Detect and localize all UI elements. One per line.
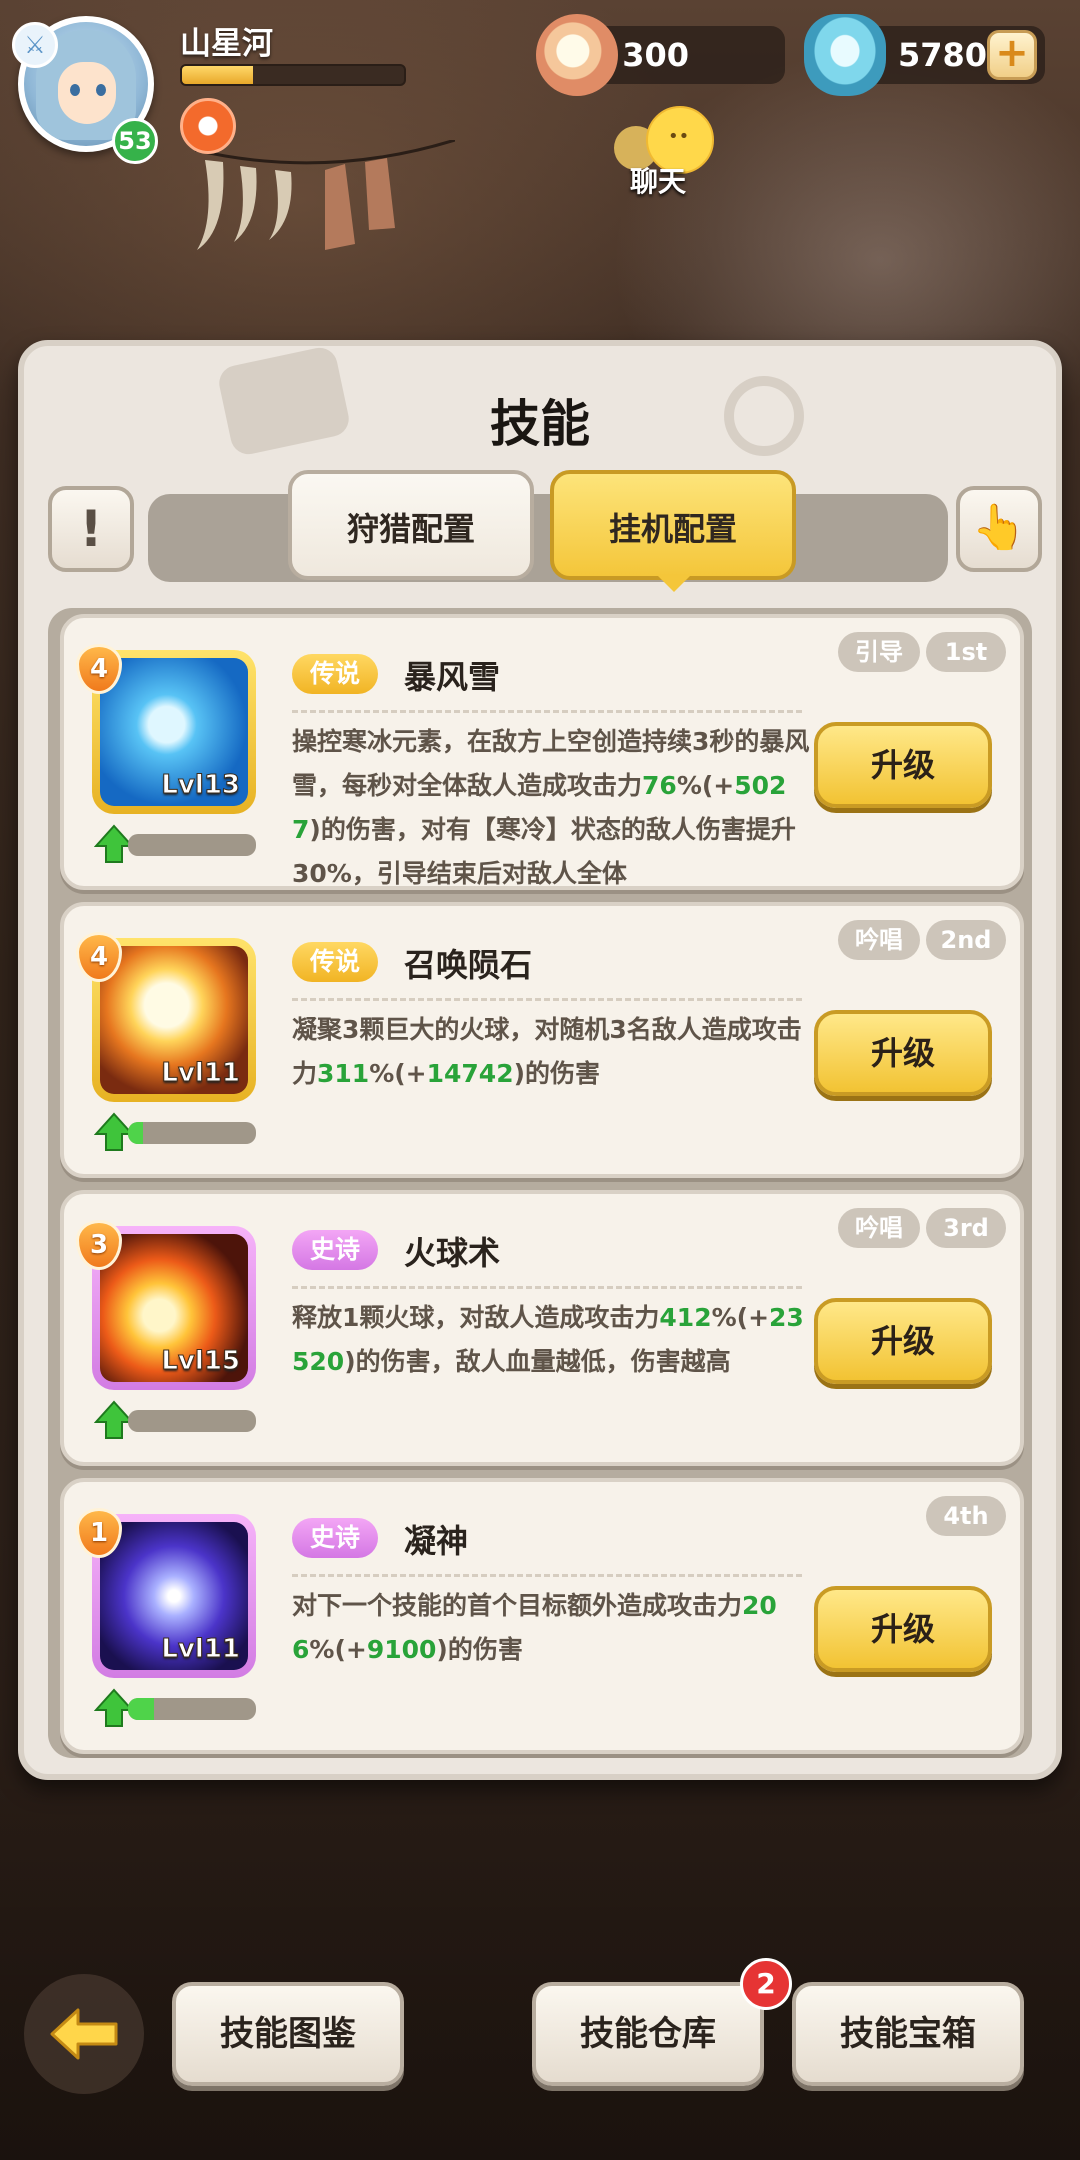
- tap-hand-icon[interactable]: 👆: [956, 486, 1042, 572]
- add-gems-button[interactable]: +: [987, 30, 1037, 80]
- skill-card: Lvl11 4 传说 召唤陨石 凝聚3颗巨大的火球，对随机3名敌人造成攻击力31…: [60, 902, 1024, 1178]
- skill-icon-level: Lvl15: [161, 1346, 241, 1377]
- fireball-skill-icon: Lvl15: [100, 1234, 248, 1382]
- cast-type-tag: 引导: [838, 632, 920, 672]
- exp-bar: [180, 64, 406, 86]
- slot-order-tag: 4th: [926, 1496, 1006, 1536]
- skill-card: Lvl11 1 史诗 凝神 对下一个技能的首个目标额外造成攻击力206%(+91…: [60, 1478, 1024, 1754]
- skill-description: 对下一个技能的首个目标额外造成攻击力206%(+9100)的伤害: [292, 1591, 777, 1664]
- chat-label: 聊天: [630, 165, 687, 198]
- skill-name: 召唤陨石: [404, 946, 533, 984]
- upgrade-button[interactable]: 升级: [814, 1298, 992, 1384]
- back-button[interactable]: [24, 1974, 144, 2094]
- active-tab-pointer: [656, 574, 692, 592]
- skill-description: 凝聚3颗巨大的火球，对随机3名敌人造成攻击力311%(+14742)的伤害: [292, 1015, 802, 1088]
- tab-hunt-config[interactable]: 狩猎配置: [288, 470, 534, 580]
- tier-badge-legendary: 传说: [292, 654, 379, 694]
- skill-icon-level: Lvl13: [161, 770, 241, 801]
- gem-icon: [804, 14, 886, 96]
- player-name: 山星河: [180, 26, 273, 62]
- chat-button[interactable]: •• 聊天: [606, 100, 726, 200]
- upgrade-button[interactable]: 升级: [814, 722, 992, 808]
- skill-storage-button[interactable]: 技能仓库: [532, 1982, 764, 2086]
- tab-idle-config[interactable]: 挂机配置: [550, 470, 796, 580]
- cast-type-tag: 吟唱: [838, 920, 920, 960]
- tab-bar: [148, 494, 948, 582]
- skill-name: 暴风雪: [404, 658, 501, 696]
- skills-panel: 技能 ! 狩猎配置 挂机配置 👆 Lvl13 4 传说 暴风雪 操控寒冰元素，在…: [18, 340, 1062, 1780]
- gem-currency: 5780 +: [804, 14, 1045, 96]
- player-level-badge: 53: [112, 118, 158, 164]
- skill-progress-fill: [128, 1122, 144, 1144]
- upgrade-button[interactable]: 升级: [814, 1010, 992, 1096]
- slot-order-tag: 3rd: [926, 1208, 1006, 1248]
- skill-progress-bar: [128, 1410, 256, 1432]
- skill-card: Lvl13 4 传说 暴风雪 操控寒冰元素，在敌方上空创造持续3秒的暴风雪，每秒…: [60, 614, 1024, 890]
- pearl-amount: 300: [622, 36, 689, 74]
- skill-description: 操控寒冰元素，在敌方上空创造持续3秒的暴风雪，每秒对全体敌人造成攻击力76%(+…: [292, 727, 810, 888]
- cast-type-tag: 吟唱: [838, 1208, 920, 1248]
- skill-list[interactable]: Lvl13 4 传说 暴风雪 操控寒冰元素，在敌方上空创造持续3秒的暴风雪，每秒…: [48, 608, 1032, 1758]
- skill-name: 凝神: [404, 1522, 469, 1560]
- upgrade-button[interactable]: 升级: [814, 1586, 992, 1672]
- focus-eye-skill-icon: Lvl11: [100, 1522, 248, 1670]
- skill-icon-level: Lvl11: [161, 1634, 241, 1665]
- slot-order-tag: 2nd: [926, 920, 1006, 960]
- hanging-teeth-decoration: [195, 140, 455, 250]
- info-button[interactable]: !: [48, 486, 134, 572]
- exp-bar-fill: [182, 66, 254, 84]
- skill-name: 火球术: [404, 1234, 501, 1272]
- back-arrow-icon: [50, 2008, 118, 2060]
- tier-badge-epic: 史诗: [292, 1230, 379, 1270]
- skill-progress-bar: [128, 1698, 256, 1720]
- panel-title: 技能: [490, 395, 590, 453]
- tier-badge-legendary: 传说: [292, 942, 379, 982]
- skill-description: 释放1颗火球，对敌人造成攻击力412%(+23520)的伤害，敌人血量越低，伤害…: [292, 1303, 804, 1376]
- background-floor: [0, 1760, 1080, 2160]
- pearl-icon: [536, 14, 618, 96]
- notification-badge: 2: [740, 1958, 792, 2010]
- slot-order-tag: 1st: [926, 632, 1006, 672]
- skill-chest-button[interactable]: 技能宝箱: [792, 1982, 1024, 2086]
- skill-icon-level: Lvl11: [161, 1058, 241, 1089]
- skill-card: Lvl15 3 史诗 火球术 释放1颗火球，对敌人造成攻击力412%(+2352…: [60, 1190, 1024, 1466]
- skill-codex-button[interactable]: 技能图鉴: [172, 1982, 404, 2086]
- gem-amount: 5780: [897, 36, 987, 74]
- sword-class-icon: ⚔: [12, 22, 58, 68]
- skill-progress-bar: [128, 834, 256, 856]
- meteor-skill-icon: Lvl11: [100, 946, 248, 1094]
- pearl-currency: 300: [536, 14, 785, 96]
- buff-icon[interactable]: [180, 98, 236, 154]
- skill-progress-fill: [128, 1698, 154, 1720]
- skill-progress-bar: [128, 1122, 256, 1144]
- blizzard-skill-icon: Lvl13: [100, 658, 248, 806]
- tier-badge-epic: 史诗: [292, 1518, 379, 1558]
